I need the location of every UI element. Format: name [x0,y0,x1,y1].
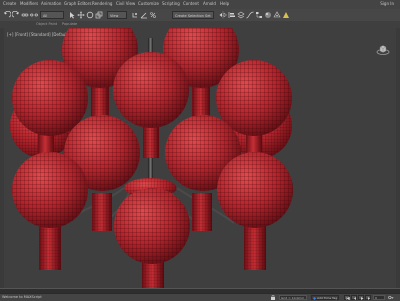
current-frame-field[interactable]: 0 [373,295,385,300]
select-icon[interactable] [68,11,76,19]
menu-create[interactable]: Create [3,1,16,6]
go-to-start-icon [345,296,350,300]
menu-customize[interactable]: Customize [138,1,159,6]
key-icon[interactable] [388,295,394,300]
menu-content[interactable]: Content [183,1,199,6]
selection-filter-label: All [43,14,48,18]
render-icon[interactable] [282,11,290,19]
tab-populate[interactable]: Populate [62,22,77,26]
prev-frame-icon [353,296,356,300]
play-button[interactable] [358,295,364,300]
undo-icon[interactable] [3,11,11,19]
scale-icon[interactable] [95,11,103,19]
render-setup-icon[interactable] [273,11,281,19]
tab-object-paint[interactable]: Object Paint [36,22,57,26]
move-icon[interactable] [77,11,85,19]
prev-frame-button[interactable] [351,295,357,300]
align-icon[interactable] [228,11,236,19]
material-editor-icon[interactable] [264,11,272,19]
percent-snap-icon[interactable] [149,11,157,19]
maxscript-listener-label[interactable]: Welcome to MAXScript [2,295,42,299]
scene-render [10,28,293,288]
link-icon[interactable] [21,11,29,19]
selection-filter-dropdown[interactable]: All [40,11,64,19]
menu-arnold[interactable]: Arnold [203,1,216,6]
current-frame-value: 0 [375,296,377,300]
curve-editor-icon[interactable] [246,11,254,19]
grid-size-label: Grid = 10.0mm [281,296,305,300]
layer-icon[interactable] [237,11,245,19]
grid-size-field: Grid = 10.0mm [279,295,307,300]
viewport-front[interactable]: [+] [Front] [Standard] [Default Shading] [4,28,396,288]
angle-snap-icon[interactable] [140,11,148,19]
redo-icon[interactable] [12,11,20,19]
unlink-icon[interactable] [30,11,38,19]
add-time-tag-label: Add Time Tag [317,296,338,300]
menu-civil-view[interactable]: Civil View [116,1,135,6]
menu-modifiers[interactable]: Modifiers [20,1,38,6]
menu-help[interactable]: Help [220,1,229,6]
add-time-tag-button[interactable]: Add Time Tag [311,295,339,300]
menu-scripting[interactable]: Scripting [162,1,180,6]
snap-icon[interactable] [131,11,139,19]
go-to-start-button[interactable] [344,295,350,300]
menu-animation[interactable]: Animation [41,1,61,6]
right-panel-strip [396,28,400,293]
selection-set-placeholder: Create Selection Set [175,14,211,18]
time-tag-icon [313,296,316,300]
play-icon [360,296,363,300]
mirror-icon[interactable] [219,11,227,19]
view-dropdown[interactable]: View [107,11,127,19]
schematic-icon[interactable] [255,11,263,19]
menu-rendering[interactable]: Rendering [92,1,112,6]
view-dropdown-label: View [110,14,119,18]
rotate-icon[interactable] [86,11,94,19]
next-frame-icon [367,296,370,300]
sign-in-link[interactable]: Sign In [380,1,394,6]
selection-set-input[interactable]: Create Selection Set [172,11,214,19]
menu-graph-editors[interactable]: Graph Editors [64,1,91,6]
next-frame-button[interactable] [365,295,371,300]
lock-icon[interactable] [270,295,276,300]
